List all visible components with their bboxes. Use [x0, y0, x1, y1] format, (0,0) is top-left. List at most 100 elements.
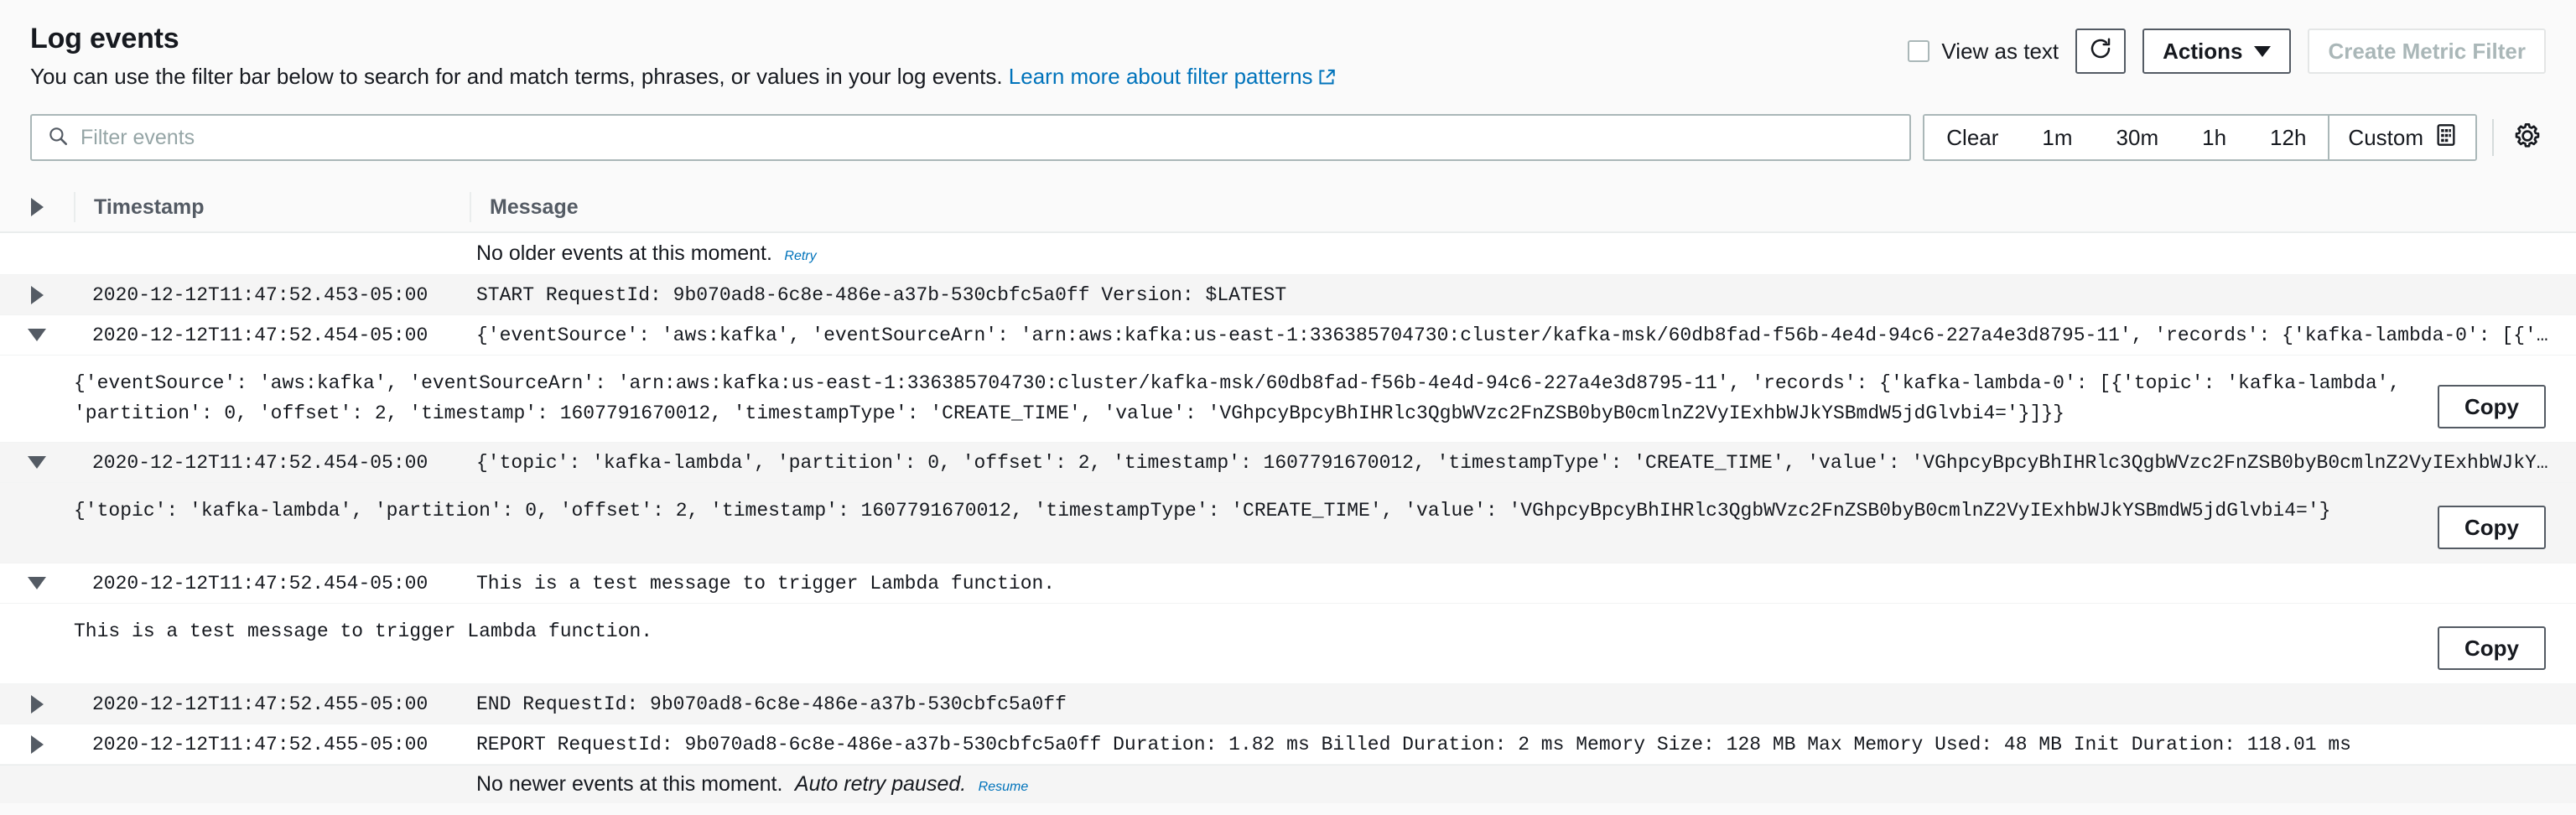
row-collapse-toggle[interactable] [0, 456, 74, 470]
calendar-icon [2435, 123, 2457, 153]
range-clear-button[interactable]: Clear [1924, 116, 2021, 159]
row-message: REPORT RequestId: 9b070ad8-6c8e-486e-a37… [468, 734, 2576, 755]
range-custom-button[interactable]: Custom [2328, 116, 2475, 159]
chevron-down-icon[interactable] [28, 456, 46, 470]
range-custom-label: Custom [2348, 124, 2423, 150]
auto-retry-status: Auto retry paused. [794, 772, 967, 797]
chevron-right-icon[interactable] [30, 735, 44, 754]
time-range-group: Clear 1m 30m 1h 12h Custom [1923, 114, 2477, 161]
row-collapse-toggle[interactable] [0, 329, 74, 341]
column-header-timestamp-label: Timestamp [94, 195, 205, 219]
table-row[interactable]: 2020-12-12T11:47:52.454-05:00 This is a … [0, 563, 2576, 605]
range-1m-button[interactable]: 1m [2020, 116, 2095, 159]
filter-events-input-wrapper[interactable]: Filter events [30, 114, 1912, 161]
log-events-page: Log events You can use the filter bar be… [0, 0, 2576, 815]
row-message: {'eventSource': 'aws:kafka', 'eventSourc… [468, 324, 2576, 346]
table-row[interactable]: 2020-12-12T11:47:52.455-05:00 END Reques… [0, 684, 2576, 725]
learn-more-link[interactable]: Learn more about filter patterns [1009, 64, 1313, 89]
filter-events-placeholder: Filter events [80, 125, 195, 149]
no-older-events-row: No older events at this moment. Retry [0, 233, 2576, 275]
retry-link[interactable]: Retry [784, 249, 816, 263]
column-header-message[interactable]: Message [471, 195, 2576, 220]
range-30m-button[interactable]: 30m [2094, 116, 2181, 159]
copy-label: Copy [2464, 393, 2519, 419]
log-events-table: Timestamp Message No older events at thi… [0, 183, 2576, 804]
expand-all-cell[interactable] [0, 198, 74, 216]
create-metric-filter-button[interactable]: Create Metric Filter [2308, 29, 2546, 74]
row-message: {'topic': 'kafka-lambda', 'partition': 0… [468, 452, 2576, 474]
row-timestamp-text: 2020-12-12T11:47:52.454-05:00 [92, 451, 428, 474]
row-timestamp-text: 2020-12-12T11:47:52.454-05:00 [92, 572, 428, 594]
row-collapse-toggle[interactable] [0, 577, 74, 590]
row-message-text: {'eventSource': 'aws:kafka', 'eventSourc… [476, 324, 2559, 346]
table-row[interactable]: 2020-12-12T11:47:52.454-05:00 {'topic': … [0, 443, 2576, 484]
row-timestamp-text: 2020-12-12T11:47:52.453-05:00 [92, 283, 428, 306]
table-row[interactable]: 2020-12-12T11:47:52.455-05:00 REPORT Req… [0, 724, 2576, 766]
no-older-events-text: No older events at this moment. [476, 241, 772, 265]
actions-button[interactable]: Actions [2142, 29, 2292, 74]
row-timestamp: 2020-12-12T11:47:52.454-05:00 [74, 452, 468, 474]
toolbar-divider [2492, 119, 2494, 156]
page-description: You can use the filter bar below to sear… [30, 63, 1335, 93]
create-metric-filter-label: Create Metric Filter [2328, 38, 2526, 64]
external-link-icon [1318, 65, 1335, 93]
row-message-text: START RequestId: 9b070ad8-6c8e-486e-a37b… [476, 283, 1287, 306]
column-header-timestamp[interactable]: Timestamp [75, 195, 470, 220]
row-detail-text: {'eventSource': 'aws:kafka', 'eventSourc… [74, 372, 2412, 424]
filter-bar: Filter events Clear 1m 30m 1h 12h Custom [0, 111, 2576, 164]
row-timestamp: 2020-12-12T11:47:52.454-05:00 [74, 573, 468, 594]
row-timestamp: 2020-12-12T11:47:52.455-05:00 [74, 734, 468, 755]
row-detail-actions: Copy [2438, 385, 2546, 429]
gear-icon [2513, 122, 2542, 154]
row-expand-toggle[interactable] [0, 735, 74, 754]
table-header-row: Timestamp Message [0, 183, 2576, 233]
page-description-text: You can use the filter bar below to sear… [30, 64, 1003, 90]
table-row[interactable]: 2020-12-12T11:47:52.453-05:00 START Requ… [0, 275, 2576, 315]
refresh-button[interactable] [2075, 29, 2127, 74]
copy-button[interactable]: Copy [2438, 506, 2546, 550]
row-timestamp: 2020-12-12T11:47:52.455-05:00 [74, 693, 468, 715]
row-timestamp-text: 2020-12-12T11:47:52.455-05:00 [92, 733, 428, 755]
view-as-text-control[interactable]: View as text [1908, 39, 2059, 65]
row-detail-panel: This is a test message to trigger Lambda… [0, 604, 2576, 685]
range-1h-button[interactable]: 1h [2180, 116, 2249, 159]
table-row[interactable]: 2020-12-12T11:47:52.454-05:00 {'eventSou… [0, 315, 2576, 356]
chevron-right-icon[interactable] [30, 198, 44, 216]
no-newer-events-row: No newer events at this moment. Auto ret… [0, 765, 2576, 804]
no-older-events-message: No older events at this moment. Retry [468, 241, 2576, 266]
copy-label: Copy [2464, 635, 2519, 661]
row-timestamp-text: 2020-12-12T11:47:52.454-05:00 [92, 324, 428, 346]
row-detail-panel: {'eventSource': 'aws:kafka', 'eventSourc… [0, 356, 2576, 444]
column-header-message-label: Message [490, 195, 579, 219]
view-as-text-checkbox[interactable] [1908, 40, 1930, 62]
chevron-right-icon[interactable] [30, 285, 44, 304]
chevron-right-icon[interactable] [30, 694, 44, 714]
copy-button[interactable]: Copy [2438, 385, 2546, 429]
chevron-down-icon[interactable] [28, 577, 46, 590]
row-timestamp: 2020-12-12T11:47:52.454-05:00 [74, 324, 468, 346]
row-message-text: {'topic': 'kafka-lambda', 'partition': 0… [476, 451, 2559, 474]
chevron-down-icon [2254, 45, 2272, 57]
chevron-down-icon[interactable] [28, 329, 46, 341]
row-timestamp: 2020-12-12T11:47:52.453-05:00 [74, 284, 468, 306]
resume-link[interactable]: Resume [979, 780, 1029, 794]
row-expand-toggle[interactable] [0, 694, 74, 714]
row-timestamp-text: 2020-12-12T11:47:52.455-05:00 [92, 693, 428, 715]
copy-button[interactable]: Copy [2438, 626, 2546, 671]
row-detail-panel: {'topic': 'kafka-lambda', 'partition': 0… [0, 483, 2576, 564]
range-12h-button[interactable]: 12h [2248, 116, 2329, 159]
settings-button[interactable] [2509, 119, 2546, 156]
retry-label: Retry [784, 249, 817, 263]
no-newer-events-message: No newer events at this moment. Auto ret… [468, 772, 2576, 797]
copy-label: Copy [2464, 514, 2519, 540]
page-title: Log events [30, 23, 179, 55]
row-detail-actions: Copy [2438, 506, 2546, 550]
page-header: Log events You can use the filter bar be… [0, 0, 2576, 101]
actions-label: Actions [2163, 38, 2243, 64]
learn-more-label: Learn more about filter patterns [1008, 64, 1313, 90]
header-left: Log events You can use the filter bar be… [30, 20, 1335, 93]
row-message-text: REPORT RequestId: 9b070ad8-6c8e-486e-a37… [476, 733, 2351, 755]
refresh-icon [2088, 36, 2113, 67]
resume-label: Resume [978, 780, 1029, 795]
row-expand-toggle[interactable] [0, 285, 74, 304]
